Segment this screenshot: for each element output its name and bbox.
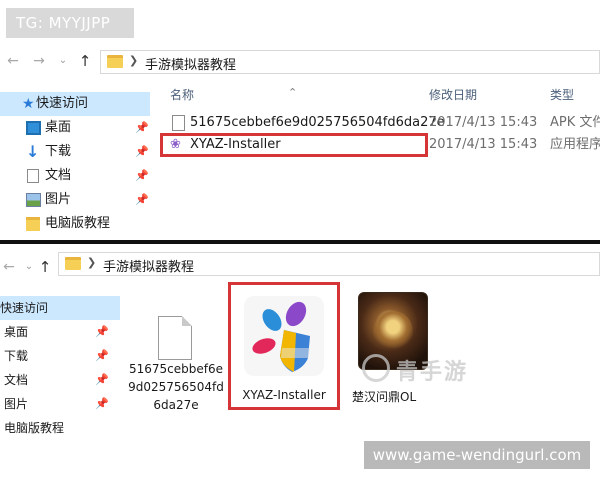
column-header-name[interactable]: 名称 [170,86,194,103]
url-watermark: www.game-wendingurl.com [364,441,590,469]
pin-icon[interactable]: 📌 [95,344,109,368]
sort-ascending-icon: ⌃ [288,86,298,99]
breadcrumb-path[interactable]: 手游模拟器教程 [145,54,236,73]
navigation-pane: 快速访问 桌面 📌 下载 📌 文档 📌 图片 📌 电脑版教程 [0,296,120,440]
sidebar-item-pictures[interactable]: 图片 📌 [0,188,150,212]
address-bar[interactable]: ❯ 手游模拟器教程 [100,50,600,74]
sidebar-item-label: 桌面 [45,120,72,135]
pin-icon[interactable]: 📌 [95,320,109,344]
sidebar-item-quick-access[interactable]: ★ 快速访问 [0,92,150,116]
sidebar-item-quick-access[interactable]: 快速访问 [0,296,120,320]
column-header-row: ⌃ 名称 修改日期 类型 [160,82,600,106]
forward-arrow-icon[interactable]: → [30,44,48,78]
highlight-box-installer-tile [228,282,340,410]
desktop-icon [26,121,41,135]
download-icon: ↓ [26,142,40,161]
back-arrow-icon[interactable]: ← [0,250,18,284]
top-navigation-bar: ← → ⌄ ↑ ❯ 手游模拟器教程 [0,44,600,78]
file-icon [172,115,185,131]
folder-icon [26,217,40,231]
file-name: 51675cebbef6e9d025756504fd6da27e [190,115,445,130]
panel-divider [0,240,600,244]
pin-icon[interactable]: 📌 [135,116,149,140]
pin-icon[interactable]: 📌 [135,188,149,212]
sidebar-item-label: 桌面 [4,325,29,339]
sidebar-item-label: 快速访问 [0,301,49,315]
pin-icon[interactable]: 📌 [95,368,109,392]
document-icon [27,169,39,183]
bottom-navigation-bar: ← ⌄ ↑ ❯ 手游模拟器教程 [0,250,600,278]
sidebar-item-desktop[interactable]: 桌面 📌 [0,116,150,140]
file-tile-apk[interactable]: 51675cebbef6e9d025756504fd6da27e [126,292,226,442]
file-date: 2017/4/13 15:43 [429,115,538,130]
file-date: 2017/4/13 15:43 [429,137,538,152]
sidebar-item-label: 下载 [45,144,72,159]
sidebar-item-downloads[interactable]: ↓ 下载 📌 [0,140,150,164]
sidebar-item-pc-tutorial[interactable]: 电脑版教程 [0,212,150,236]
breadcrumb-separator-icon: ❯ [129,54,139,67]
pin-icon[interactable]: 📌 [135,164,149,188]
column-header-date[interactable]: 修改日期 [429,86,477,103]
sidebar-item-label: 图片 [45,192,72,207]
sidebar-item-label: 文档 [45,168,72,183]
highlight-box-installer-row [160,133,428,157]
up-arrow-icon[interactable]: ↑ [36,250,54,284]
folder-icon [107,55,123,68]
sidebar-item-downloads[interactable]: 下载 📌 [0,344,120,368]
pin-icon[interactable]: 📌 [95,392,109,416]
tg-watermark: TG: MYYJJPP [6,8,134,38]
sidebar-item-label: 下载 [4,349,29,363]
recent-dropdown-icon[interactable]: ⌄ [54,44,72,78]
breadcrumb-separator-icon: ❯ [87,256,97,269]
sidebar-item-pc-tutorial[interactable]: 电脑版教程 [0,416,120,440]
breadcrumb-path[interactable]: 手游模拟器教程 [103,256,194,275]
sidebar-item-pictures[interactable]: 图片 📌 [0,392,120,416]
sidebar-item-label: 图片 [4,397,29,411]
file-type: APK 文件 [550,115,600,130]
brand-watermark-text: 青手游 [396,360,469,385]
brand-logo-icon [362,354,390,382]
sidebar-item-label: 文档 [4,373,29,387]
tile-label: 楚汉问鼎OL [352,390,417,404]
file-type: 应用程序 [550,137,600,152]
folder-icon [65,257,81,270]
sidebar-item-label: 快速访问 [36,96,89,111]
sidebar-item-label: 电脑版教程 [4,421,65,435]
pictures-icon [26,193,41,207]
file-icon [158,316,192,360]
up-arrow-icon[interactable]: ↑ [76,44,94,78]
address-bar[interactable]: ❯ 手游模拟器教程 [58,252,600,276]
brand-watermark: 青手游 [360,350,480,390]
sidebar-item-documents[interactable]: 文档 📌 [0,368,120,392]
column-header-type[interactable]: 类型 [550,86,574,103]
navigation-pane: ★ 快速访问 桌面 📌 ↓ 下载 📌 文档 📌 图片 📌 电脑版教程 [0,92,150,236]
pin-icon[interactable]: 📌 [135,140,149,164]
sidebar-item-desktop[interactable]: 桌面 📌 [0,320,120,344]
tile-label: 51675cebbef6e9d025756504fd6da27e [128,362,224,412]
sidebar-item-label: 电脑版教程 [45,216,111,231]
sidebar-item-documents[interactable]: 文档 📌 [0,164,150,188]
back-arrow-icon[interactable]: ← [4,44,22,78]
file-row-apk[interactable]: 51675cebbef6e9d025756504fd6da27e 2017/4/… [160,112,600,134]
star-icon: ★ [22,96,35,112]
